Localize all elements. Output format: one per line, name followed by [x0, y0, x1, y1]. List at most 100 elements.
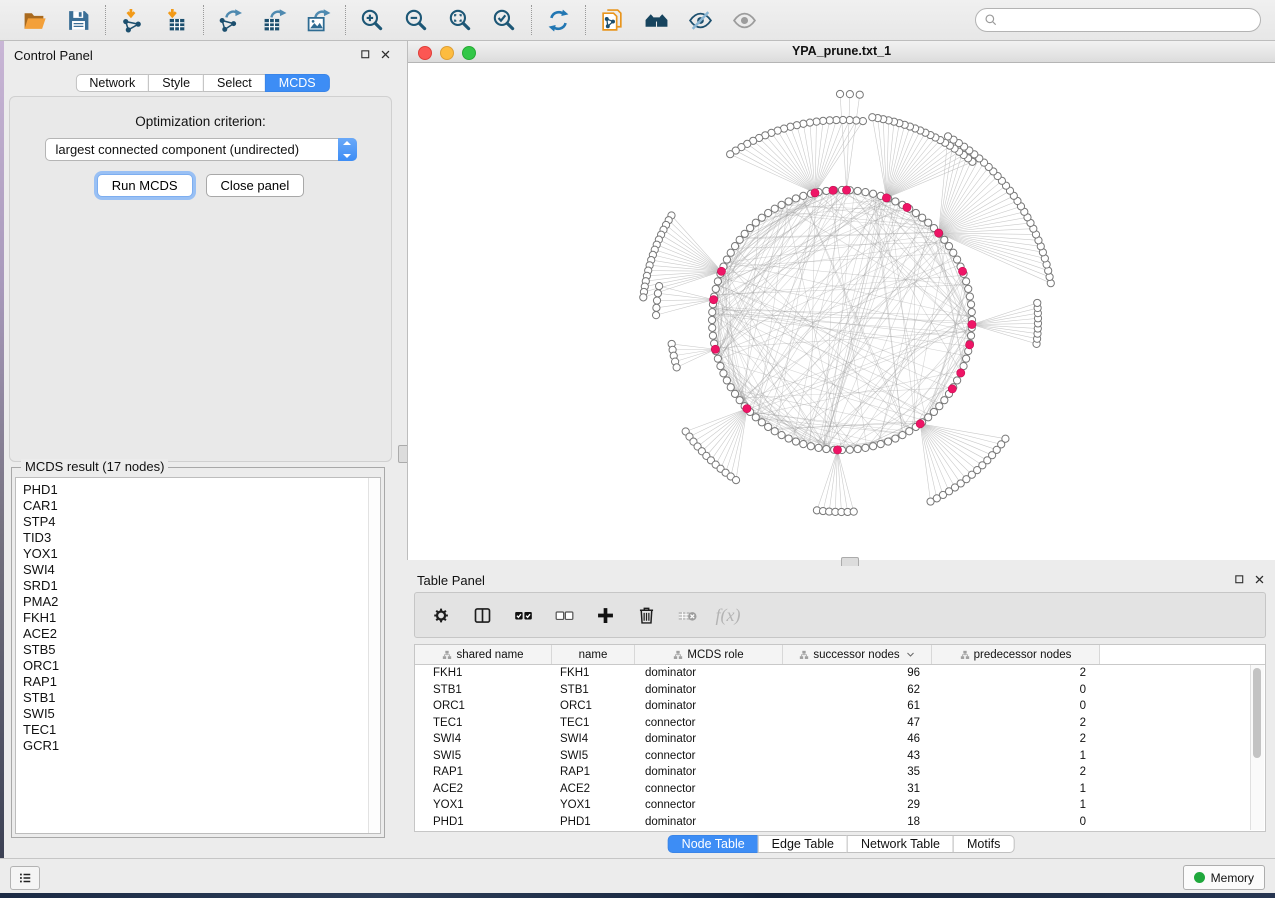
node-table: shared namenameMCDS rolesuccessor nodesp…	[414, 644, 1266, 832]
mcds-result-item[interactable]: SWI4	[16, 562, 380, 578]
table-row[interactable]: SWI5SWI5connector431	[415, 748, 1265, 765]
column-header-predecessor-nodes[interactable]: predecessor nodes	[932, 645, 1100, 664]
column-header-MCDS-role[interactable]: MCDS role	[635, 645, 783, 664]
dropdown-stepper-icon[interactable]	[338, 138, 357, 161]
table-scrollbar-thumb[interactable]	[1253, 668, 1261, 758]
memory-button[interactable]: Memory	[1183, 865, 1265, 890]
criterion-dropdown[interactable]: largest connected component (undirected)	[45, 138, 357, 161]
mcds-result-item[interactable]: PMA2	[16, 594, 380, 610]
table-cell: SWI4	[415, 733, 552, 745]
mcds-result-item[interactable]: ACE2	[16, 626, 380, 642]
delete-row-icon	[636, 605, 657, 626]
table-row[interactable]: YOX1YOX1connector291	[415, 797, 1265, 814]
table-cell: RAP1	[415, 766, 552, 778]
zoom-out-button[interactable]	[403, 7, 430, 34]
select-all-button[interactable]	[511, 603, 535, 627]
run-mcds-button[interactable]: Run MCDS	[97, 174, 193, 197]
mcds-result-item[interactable]: FKH1	[16, 610, 380, 626]
table-cell: PHD1	[552, 816, 635, 828]
apply-layout-button[interactable]	[545, 7, 572, 34]
hide-selected-button[interactable]	[687, 7, 714, 34]
tab-mcds[interactable]: MCDS	[265, 74, 330, 92]
zoom-in-icon	[360, 8, 385, 33]
export-image-button[interactable]	[305, 7, 332, 34]
zoom-selected-button[interactable]	[491, 7, 518, 34]
column-header-successor-nodes[interactable]: successor nodes	[783, 645, 932, 664]
table-cell: 43	[783, 750, 932, 762]
search-input[interactable]	[1004, 12, 1252, 28]
table-cell: connector	[635, 783, 783, 795]
sort-order-icon	[906, 650, 915, 659]
mcds-result-item[interactable]: STP4	[16, 514, 380, 530]
mcds-result-item[interactable]: SWI5	[16, 706, 380, 722]
mcds-result-group: MCDS result (17 nodes) PHD1CAR1STP4TID3Y…	[11, 467, 385, 838]
mcds-result-item[interactable]: PHD1	[16, 482, 380, 498]
mcds-result-item[interactable]: SRD1	[16, 578, 380, 594]
table-row[interactable]: PHD1PHD1dominator180	[415, 814, 1265, 831]
table-cell: 2	[932, 667, 1100, 679]
import-table-button[interactable]	[163, 7, 190, 34]
mcds-result-item[interactable]: RAP1	[16, 674, 380, 690]
float-panel-icon[interactable]	[1234, 574, 1245, 585]
show-all-button[interactable]	[731, 7, 758, 34]
table-cell: 61	[783, 700, 932, 712]
delete-table-button[interactable]	[675, 603, 699, 627]
table-row[interactable]: SWI4SWI4dominator462	[415, 731, 1265, 748]
settings-gear-button[interactable]	[429, 603, 453, 627]
mcds-result-item[interactable]: TEC1	[16, 722, 380, 738]
close-panel-button[interactable]: Close panel	[206, 174, 305, 197]
mcds-result-item[interactable]: STB5	[16, 642, 380, 658]
mcds-result-item[interactable]: CAR1	[16, 498, 380, 514]
table-row[interactable]: STB1STB1dominator620	[415, 682, 1265, 699]
zoom-in-button[interactable]	[359, 7, 386, 34]
columns-button[interactable]	[470, 603, 494, 627]
import-network-button[interactable]	[119, 7, 146, 34]
tab-style[interactable]: Style	[148, 74, 204, 92]
mcds-result-item[interactable]: STB1	[16, 690, 380, 706]
zoom-fit-button[interactable]	[447, 7, 474, 34]
float-panel-icon[interactable]	[360, 49, 371, 60]
cytoscape-app-window: Control Panel NetworkStyleSelectMCDS Opt…	[0, 0, 1275, 893]
tab-edge-table[interactable]: Edge Table	[758, 835, 848, 853]
attribute-icon	[442, 650, 452, 660]
import-table-icon	[164, 8, 189, 33]
function-builder-button[interactable]: f(x)	[716, 603, 740, 627]
table-scrollbar[interactable]	[1250, 665, 1264, 830]
mcds-result-list[interactable]: PHD1CAR1STP4TID3YOX1SWI4SRD1PMA2FKH1ACE2…	[15, 477, 381, 834]
column-header-shared-name[interactable]: shared name	[415, 645, 552, 664]
table-row[interactable]: TEC1TEC1connector472	[415, 715, 1265, 732]
deselect-all-button[interactable]	[552, 603, 576, 627]
add-row-button[interactable]	[593, 603, 617, 627]
first-neighbors-button[interactable]	[643, 7, 670, 34]
mcds-result-item[interactable]: YOX1	[16, 546, 380, 562]
export-table-button[interactable]	[261, 7, 288, 34]
network-window-title: YPA_prune.txt_1	[408, 44, 1275, 58]
mcds-list-scrollbar[interactable]	[368, 478, 380, 833]
column-header-name[interactable]: name	[552, 645, 635, 664]
mcds-result-item[interactable]: GCR1	[16, 738, 380, 754]
optimization-criterion-label: Optimization criterion:	[10, 114, 391, 129]
close-panel-icon[interactable]	[380, 49, 391, 60]
save-session-button[interactable]	[65, 7, 92, 34]
tab-motifs[interactable]: Motifs	[953, 835, 1014, 853]
export-network-button[interactable]	[217, 7, 244, 34]
mcds-result-item[interactable]: TID3	[16, 530, 380, 546]
table-row[interactable]: ACE2ACE2connector311	[415, 781, 1265, 798]
network-graph[interactable]	[408, 63, 1275, 560]
close-panel-icon[interactable]	[1254, 574, 1265, 585]
mcds-result-item[interactable]: ORC1	[16, 658, 380, 674]
clone-network-button[interactable]	[599, 7, 626, 34]
table-panel-title: Table Panel	[417, 573, 485, 588]
delete-row-button[interactable]	[634, 603, 658, 627]
open-session-button[interactable]	[21, 7, 48, 34]
tab-network[interactable]: Network	[75, 74, 149, 92]
network-canvas[interactable]	[408, 63, 1275, 560]
task-history-button[interactable]	[10, 866, 40, 890]
search-box[interactable]	[975, 8, 1261, 32]
table-row[interactable]: ORC1ORC1dominator610	[415, 698, 1265, 715]
tab-node-table[interactable]: Node Table	[668, 835, 759, 853]
tab-select[interactable]: Select	[203, 74, 266, 92]
tab-network-table[interactable]: Network Table	[847, 835, 954, 853]
table-row[interactable]: FKH1FKH1dominator962	[415, 665, 1265, 682]
table-row[interactable]: RAP1RAP1dominator352	[415, 764, 1265, 781]
